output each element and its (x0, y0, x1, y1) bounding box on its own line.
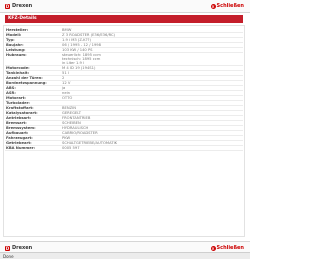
row-label: Hubraum: (6, 53, 27, 57)
value-line: 51 l (62, 71, 69, 75)
drexen-logo-icon: D (5, 3, 10, 9)
value-line: M 4 ID 19 (194S1) (62, 66, 96, 70)
value-line: BMW (62, 28, 72, 32)
value-line: 2 (62, 76, 65, 80)
value-line: OTTO (62, 96, 73, 100)
value-line: nein (62, 91, 70, 95)
close-icon: × (210, 245, 216, 251)
browser-status-bar: Done (0, 252, 250, 259)
value-line: FRONTANTRIEB (62, 116, 91, 120)
close-button-bottom[interactable]: × Schließen (210, 244, 245, 252)
value-line: CABRIO/ROADSTER (62, 131, 98, 135)
value-line: PKW (62, 136, 71, 140)
table-row: KBA Nummer: 0005 597 (5, 146, 243, 151)
value-line: ja (62, 86, 66, 90)
close-button-top[interactable]: × Schließen (210, 2, 245, 10)
close-label: Schließen (216, 3, 245, 9)
value-line: SCHEIBEN (62, 121, 81, 125)
value-line: 1.9 i M3 (Z-K??) (62, 38, 91, 42)
top-bar: D Drexen × Schließen (0, 0, 250, 13)
value-line: Z 3 ROADSTER (E36/E36/RC) (62, 33, 115, 37)
table-row: Hubraum: steuerlich: 1895 ccm technisch: 1… (5, 53, 243, 66)
row-value: steuerlich: 1895 ccm technisch: 1895 ccm i… (61, 53, 243, 66)
drexen-logo-icon: D (5, 245, 10, 251)
value-line: BENZIN (62, 106, 76, 110)
value-line: 06 / 1995 - 12 / 1998 (62, 43, 102, 47)
value-line: 0005 597 (62, 146, 80, 150)
footer-brand-logo: D Drexen (5, 244, 32, 252)
value-line: HYDRAULISCH (62, 126, 89, 130)
status-text: Done (3, 254, 14, 259)
row-value: 0005 597 (61, 146, 243, 151)
value-line: GEREGELT (62, 111, 82, 115)
close-icon: × (210, 3, 216, 9)
row-label: KBA Nummer: (6, 146, 35, 150)
brand-name: Drexen (12, 3, 33, 9)
value-line: SCHALTGETRIEBE/AUTOMATIK (62, 141, 118, 145)
footer-brand-name: Drexen (12, 245, 33, 251)
footer-close-label: Schließen (216, 245, 245, 251)
page-title: KFZ-Details (5, 15, 243, 23)
value-line: 103 KW / 140 PS (62, 48, 93, 52)
value-line: in Liter 1.9 l (62, 61, 85, 65)
vehicle-details-table: Hersteller: BMW Modell: Z 3 ROADSTER (E36/E… (5, 28, 243, 151)
brand-logo: D Drexen (5, 2, 32, 10)
value-line: 12 V (62, 81, 71, 85)
